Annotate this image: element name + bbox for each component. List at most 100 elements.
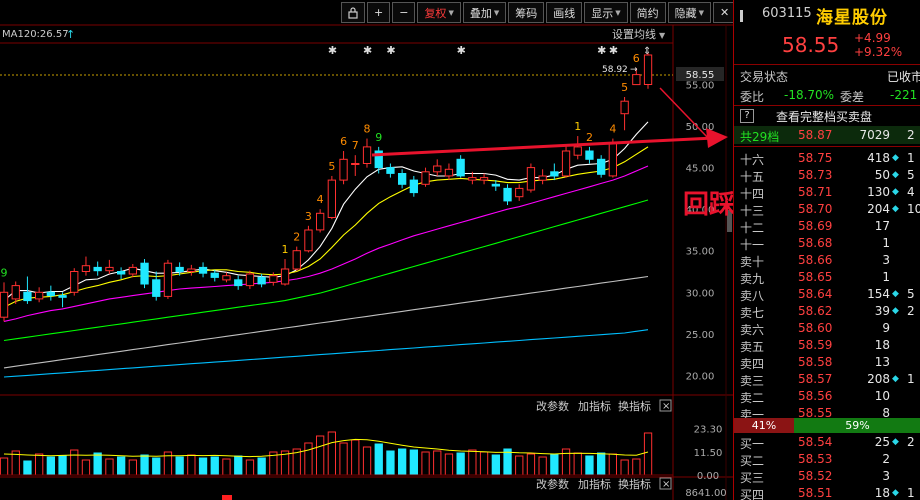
ask-row[interactable]: 十四 58.71 130 4 ◆ — [734, 183, 920, 201]
toolbar-button-label: 叠加 — [469, 6, 492, 20]
simple-button[interactable]: 简约 — [629, 2, 666, 23]
ask-row[interactable]: 十三58.7020410◆ — [734, 200, 920, 218]
display-button[interactable]: 显示 ▼ — [584, 2, 628, 23]
ask-row[interactable]: 卖六 58.60 9 — [734, 319, 920, 337]
ask-row[interactable]: 十六 58.75 418 1 ◆ — [734, 149, 920, 167]
volume-bar — [515, 455, 524, 476]
candle-body — [608, 142, 618, 177]
draw-line-button[interactable]: 画线 — [546, 2, 583, 23]
candle-body — [409, 179, 419, 194]
ask-row[interactable]: 十五 58.73 50 5 ◆ — [734, 166, 920, 184]
candle-body — [316, 212, 325, 231]
help-icon[interactable]: ? — [740, 109, 754, 123]
volume-bar — [468, 449, 477, 476]
candle-body — [222, 275, 231, 281]
chips-button[interactable]: 筹码 — [508, 2, 545, 23]
indicator-button[interactable]: 换指标 — [618, 399, 651, 413]
zoom-out-button[interactable]: − — [392, 2, 416, 23]
candle-body — [70, 271, 79, 293]
weicha-label: 委差 — [840, 90, 865, 104]
candle-body — [643, 54, 653, 85]
sequence-tag: 5 — [621, 81, 628, 94]
indicator-button[interactable]: 改参数 — [536, 477, 569, 491]
indicator-button[interactable]: 改参数 — [536, 399, 569, 413]
ask-row[interactable]: 卖四 58.58 13 — [734, 353, 920, 371]
ask-row[interactable]: 卖五 58.59 18 — [734, 336, 920, 354]
candle — [70, 268, 79, 296]
ask-row[interactable]: 卖八 58.64 154 5 ◆ — [734, 285, 920, 303]
ask-row[interactable]: 卖三 58.57 208 1 ◆ — [734, 370, 920, 388]
candle — [316, 209, 325, 233]
candle — [561, 144, 571, 178]
lock-icon[interactable] — [341, 2, 365, 23]
depth-price: 58.54 — [798, 435, 833, 449]
volume-bar — [257, 457, 266, 476]
zoom-in-button[interactable]: + — [367, 2, 391, 23]
candle — [128, 264, 137, 278]
indicator-button[interactable]: 加指标 — [578, 477, 611, 491]
ask-row[interactable]: 卖七 58.62 39 2 ◆ — [734, 302, 920, 320]
sequence-tag: 5 — [328, 160, 335, 173]
volume-bar — [597, 452, 606, 476]
change-marker-icon: ◆ — [892, 153, 899, 163]
star-marker-icon: ✱ — [386, 44, 395, 57]
candle-body — [538, 175, 547, 181]
trade-status-value: 已收市 — [887, 70, 920, 84]
arrow-up-icon: ↑ — [66, 28, 75, 41]
bid-row[interactable]: 买三 58.52 3 — [734, 467, 920, 485]
candle — [409, 175, 419, 197]
depth-total-row: 共29档 58.87 7029 2 — [734, 126, 920, 144]
volume-bar — [550, 453, 559, 476]
depth-extra: 5 — [907, 168, 915, 182]
depth-price: 58.64 — [798, 287, 833, 301]
candle-body — [386, 167, 395, 174]
overlay-button[interactable]: 叠加 ▼ — [462, 2, 507, 23]
indicator-button[interactable]: 加指标 — [578, 399, 611, 413]
ask-row[interactable]: 卖十 58.66 3 — [734, 251, 920, 269]
volume-bar — [105, 458, 114, 476]
ask-row[interactable]: 卖九 58.65 1 — [734, 268, 920, 286]
candle-body — [140, 262, 149, 285]
last-price-tag: 58.55 — [686, 70, 715, 81]
bid-row[interactable]: 买二 58.53 2 — [734, 450, 920, 468]
candle — [140, 259, 149, 289]
candle — [362, 138, 372, 168]
depth-extra: 4 — [907, 185, 915, 199]
depth-price: 58.62 — [798, 304, 833, 318]
star-marker-icon: ✱ — [328, 44, 337, 57]
candle-body — [304, 229, 313, 252]
ma-settings-link[interactable]: 设置均线 — [612, 27, 656, 41]
chevron-down-icon: ▼ — [698, 8, 704, 17]
volume-bar — [585, 455, 594, 476]
volume-bar — [643, 432, 653, 476]
ask-row[interactable]: 十二 58.69 17 — [734, 217, 920, 235]
depth-volume: 50 — [874, 168, 890, 182]
ask-row[interactable]: 卖二 58.56 10 — [734, 387, 920, 405]
ask-row[interactable]: 十一 58.68 1 — [734, 234, 920, 252]
ma120-label: MA120:26.57 — [2, 29, 69, 40]
volume-axis-tick: 11.50 — [694, 448, 723, 459]
depth-price: 58.66 — [798, 253, 833, 267]
candle-body — [573, 146, 582, 156]
depth-volume: 13 — [874, 355, 890, 369]
bid-row[interactable]: 买四 58.51 18 1 ◆ — [734, 484, 920, 500]
full-book-link[interactable]: 查看完整档买卖盘 — [776, 108, 872, 125]
candle-body — [597, 158, 606, 175]
kline-chart[interactable]: 9123456 78912456✱ ✱ ✱ ✱ ✱ ✱ ⇕ 55.0050.0045.0040… — [0, 0, 733, 500]
candle — [526, 163, 536, 193]
candle-body — [93, 266, 102, 272]
chart-toolbar: + − 复权 ▼ 叠加 ▼ 筹码 画线 显示 ▼ 简约 隐藏 ▼ ✕ — [341, 2, 738, 23]
bid-row[interactable]: 买一 58.54 25 2 ◆ — [734, 433, 920, 451]
volume-bar — [608, 453, 618, 476]
change-marker-icon: ◆ — [892, 170, 899, 180]
depth-price: 58.52 — [798, 469, 833, 483]
candle-body — [187, 268, 196, 272]
indicator-button[interactable]: 换指标 — [618, 477, 651, 491]
candle — [620, 97, 629, 131]
bid-ratio: 41% — [734, 418, 794, 433]
hide-button[interactable]: 隐藏 ▼ — [667, 2, 711, 23]
volume-bar — [339, 442, 348, 476]
adjust-button[interactable]: 复权 ▼ — [417, 2, 461, 23]
toolbar-button-label: − — [399, 6, 409, 19]
volume-bar — [46, 456, 56, 476]
